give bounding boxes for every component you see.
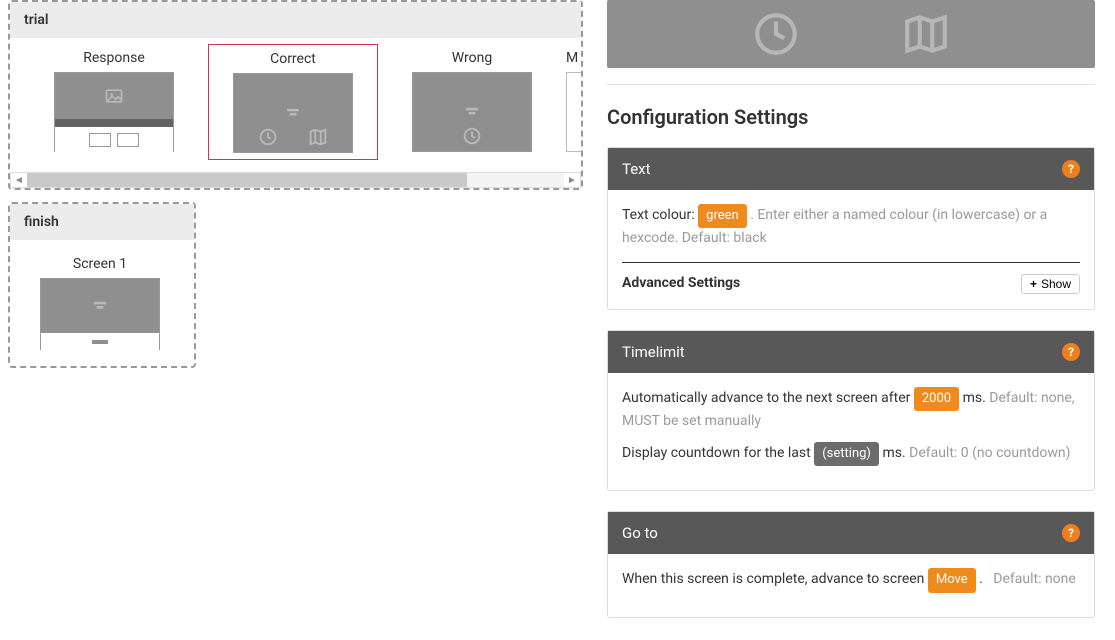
- card-wrong-label: Wrong: [394, 50, 550, 66]
- card-response-label: Response: [36, 50, 192, 66]
- timelimit-panel-title: Timelimit: [622, 343, 685, 361]
- card-partial[interactable]: M: [566, 50, 581, 160]
- goto-line-post: .: [979, 571, 983, 587]
- timelimit-line2-hint: Default: 0 (no countdown): [909, 445, 1070, 461]
- clock-icon: [257, 126, 279, 148]
- card-response[interactable]: Response: [36, 50, 192, 160]
- trial-horizontal-scrollbar[interactable]: ◄ ►: [10, 172, 581, 188]
- timelimit-panel-header: Timelimit ?: [608, 331, 1094, 373]
- finish-group: finish Screen 1: [8, 202, 196, 368]
- text-panel-header: Text ?: [608, 148, 1094, 190]
- timelimit-line2-post: ms.: [882, 445, 905, 461]
- timelimit-countdown-value[interactable]: (setting): [814, 442, 879, 466]
- card-partial-thumb: [566, 72, 581, 152]
- card-screen1-label: Screen 1: [20, 256, 180, 272]
- goto-panel-header: Go to ?: [608, 512, 1094, 554]
- goto-value[interactable]: Move: [928, 568, 976, 592]
- timelimit-panel: Timelimit ? Automatically advance to the…: [607, 330, 1095, 492]
- screen-preview: [607, 0, 1095, 68]
- text-panel-title: Text: [622, 160, 651, 178]
- goto-line-pre: When this screen is complete, advance to…: [622, 571, 924, 587]
- scroll-track[interactable]: [27, 173, 564, 187]
- configuration-settings-title: Configuration Settings: [607, 105, 1095, 129]
- scroll-left-arrow[interactable]: ◄: [11, 173, 27, 187]
- timelimit-advance-value[interactable]: 2000: [914, 387, 959, 411]
- plus-icon: +: [1030, 277, 1037, 291]
- goto-line-hint: Default: none: [993, 571, 1076, 587]
- scroll-thumb[interactable]: [27, 173, 467, 187]
- text-colour-value[interactable]: green: [698, 204, 747, 228]
- advanced-settings-show-button[interactable]: + Show: [1021, 274, 1080, 294]
- map-icon: [307, 126, 329, 148]
- help-icon[interactable]: ?: [1062, 343, 1080, 361]
- card-correct-thumb: [233, 73, 353, 153]
- placeholder-box: [89, 133, 111, 147]
- help-icon[interactable]: ?: [1062, 524, 1080, 542]
- placeholder-box: [117, 133, 139, 147]
- align-center-icon: [462, 102, 482, 122]
- timelimit-line1-post: ms.: [963, 390, 986, 406]
- align-center-icon: [90, 296, 110, 316]
- card-response-thumb: [54, 72, 174, 152]
- card-correct-label: Correct: [215, 51, 371, 67]
- scroll-right-arrow[interactable]: ►: [564, 173, 580, 187]
- card-wrong-thumb: [412, 72, 532, 152]
- text-colour-label: Text colour:: [622, 207, 695, 223]
- show-button-label: Show: [1041, 277, 1071, 291]
- card-correct[interactable]: Correct: [208, 44, 378, 160]
- map-icon: [901, 9, 951, 59]
- image-icon: [104, 86, 124, 106]
- clock-icon: [751, 9, 801, 59]
- advanced-settings-label: Advanced Settings: [622, 273, 740, 295]
- align-center-icon: [283, 103, 303, 123]
- divider: [607, 84, 1095, 85]
- finish-group-title: finish: [10, 204, 194, 240]
- trial-group: trial Response: [8, 0, 583, 190]
- clock-icon: [461, 125, 483, 147]
- timelimit-line1-pre: Automatically advance to the next screen…: [622, 390, 910, 406]
- trial-group-title: trial: [10, 2, 581, 38]
- card-screen1-thumb: [40, 278, 160, 350]
- trial-cards-container: Response: [10, 38, 581, 168]
- goto-panel: Go to ? When this screen is complete, ad…: [607, 511, 1095, 617]
- help-icon[interactable]: ?: [1062, 160, 1080, 178]
- text-panel: Text ? Text colour: green . Enter either…: [607, 147, 1095, 310]
- dash-icon: [92, 340, 108, 344]
- timelimit-line2-pre: Display countdown for the last: [622, 445, 811, 461]
- card-partial-label: M: [566, 50, 581, 66]
- goto-panel-title: Go to: [622, 524, 658, 542]
- card-screen1[interactable]: Screen 1: [20, 256, 180, 350]
- card-wrong[interactable]: Wrong: [394, 50, 550, 160]
